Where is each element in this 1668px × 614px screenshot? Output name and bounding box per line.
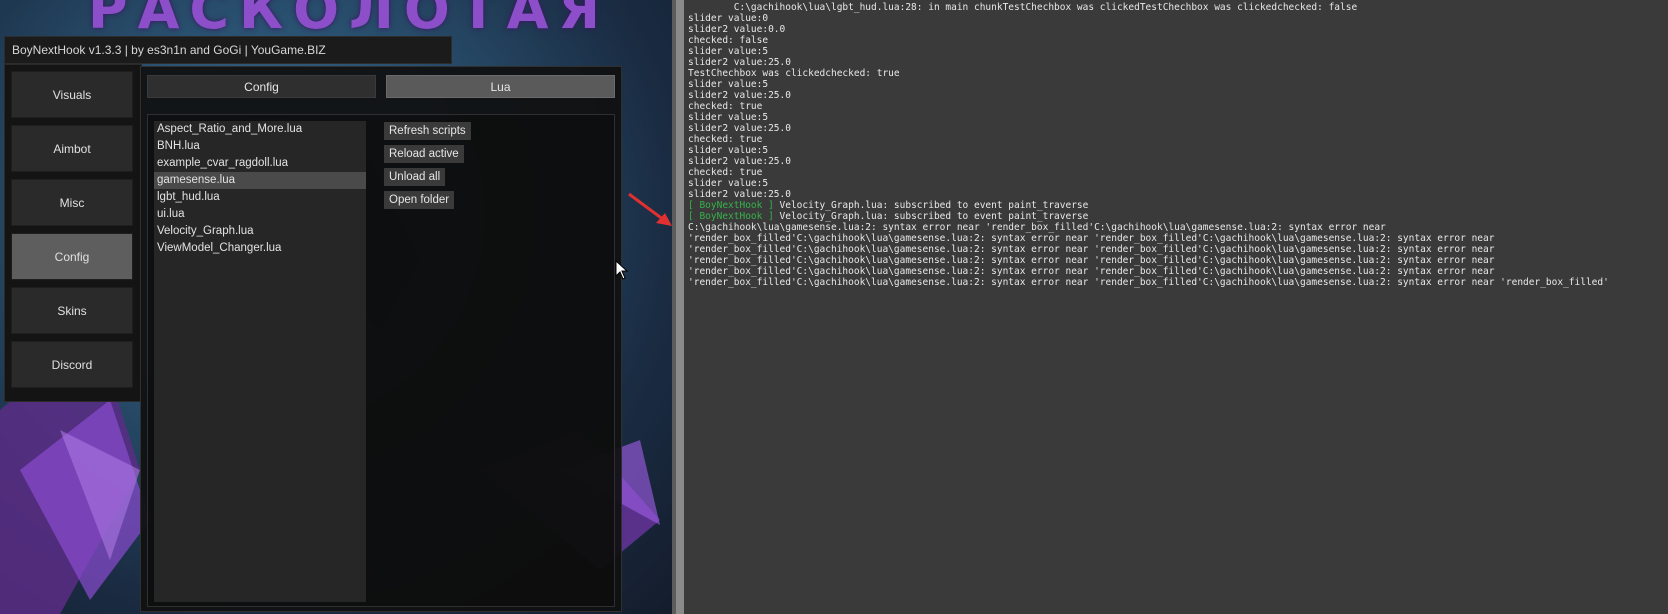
reload-active-button[interactable]: Reload active — [384, 145, 464, 163]
console-line: 'render_box_filled'C:\gachihook\lua\game… — [688, 255, 1494, 266]
refresh-scripts-button[interactable]: Refresh scripts — [384, 122, 471, 140]
console-line: [ BoyNextHook ] Velocity_Graph.lua: subs… — [688, 200, 1088, 211]
console-line-text: slider2 value:25.0 — [688, 57, 791, 68]
console-line-text: slider2 value:0.0 — [688, 24, 786, 35]
console-line-text: slider value:5 — [688, 112, 769, 123]
console-line-text: checked: true — [688, 101, 763, 112]
sidebar-item-config[interactable]: Config — [11, 233, 133, 280]
console-line: slider2 value:25.0 — [688, 90, 791, 101]
console-log[interactable]: C:\gachihook\lua\lgbt_hud.lua:28: in mai… — [684, 0, 1668, 614]
console-line-text: TestChechbox was clickedchecked: true — [688, 68, 900, 79]
open-folder-button[interactable]: Open folder — [384, 191, 455, 209]
script-item[interactable]: example_cvar_ragdoll.lua — [154, 155, 366, 172]
script-list[interactable]: Aspect_Ratio_and_More.lua BNH.lua exampl… — [154, 121, 366, 602]
console-line-text: slider2 value:25.0 — [688, 90, 791, 101]
console-line-text: C:\gachihook\lua\lgbt_hud.lua:28: in mai… — [688, 2, 1358, 13]
script-item[interactable]: BNH.lua — [154, 138, 366, 155]
menu-title-bar[interactable]: BoyNextHook v1.3.3 | by es3n1n and GoGi … — [4, 36, 452, 64]
sidebar-item-misc[interactable]: Misc — [11, 179, 133, 226]
lua-panel: Aspect_Ratio_and_More.lua BNH.lua exampl… — [147, 114, 615, 607]
console-line: 'render_box_filled'C:\gachihook\lua\game… — [688, 244, 1494, 255]
console-line: slider2 value:25.0 — [688, 57, 791, 68]
script-item[interactable]: ViewModel_Changer.lua — [154, 240, 366, 257]
console-line-text: slider value:5 — [688, 46, 769, 57]
script-item[interactable]: ui.lua — [154, 206, 366, 223]
console-line: slider value:5 — [688, 178, 768, 189]
sidebar-item-aimbot[interactable]: Aimbot — [11, 125, 133, 172]
console-line: slider2 value:25.0 — [688, 189, 791, 200]
console-line-text: slider value:0 — [688, 13, 769, 24]
script-item-selected[interactable]: gamesense.lua — [154, 172, 366, 189]
console-line-text: slider value:5 — [688, 178, 769, 189]
script-item[interactable]: lgbt_hud.lua — [154, 189, 366, 206]
console-line: TestChechbox was clickedchecked: true — [688, 68, 900, 79]
console-line-text: slider value:5 — [688, 145, 769, 156]
console-line-text: checked: true — [688, 167, 763, 178]
console-line: 'render_box_filled'C:\gachihook\lua\game… — [688, 233, 1494, 244]
console-line: checked: true — [688, 167, 762, 178]
console-line-text: Velocity_Graph.lua: subscribed to event … — [779, 200, 1089, 211]
console-line: slider value:0 — [688, 13, 768, 24]
console-line: slider2 value:0.0 — [688, 24, 785, 35]
console-line-prefix: [ BoyNextHook ] — [688, 211, 780, 222]
console-line: slider2 value:25.0 — [688, 156, 791, 167]
menu-content-panel: Config Lua Aspect_Ratio_and_More.lua BNH… — [140, 66, 622, 612]
console-line: checked: false — [688, 35, 768, 46]
console-line-text: 'render_box_filled'C:\gachihook\lua\game… — [688, 233, 1495, 244]
console-line: slider value:5 — [688, 46, 768, 57]
console-line-text: slider2 value:25.0 — [688, 123, 791, 134]
tab-config[interactable]: Config — [147, 75, 376, 98]
sidebar-item-visuals[interactable]: Visuals — [11, 71, 133, 118]
console-line-text: slider2 value:25.0 — [688, 189, 791, 200]
console-line: 'render_box_filled'C:\gachihook\lua\game… — [688, 277, 1609, 288]
console-line-text: 'render_box_filled'C:\gachihook\lua\game… — [688, 277, 1609, 288]
unload-all-button[interactable]: Unload all — [384, 168, 446, 186]
console-line-text: slider value:5 — [688, 79, 769, 90]
console-line-prefix: [ BoyNextHook ] — [688, 200, 780, 211]
console-line-text: 'render_box_filled'C:\gachihook\lua\game… — [688, 266, 1495, 277]
script-item[interactable]: Velocity_Graph.lua — [154, 223, 366, 240]
console-line: C:\gachihook\lua\gamesense.lua:2: syntax… — [688, 222, 1386, 233]
console-line-text: checked: true — [688, 134, 763, 145]
console-line-text: slider2 value:25.0 — [688, 156, 791, 167]
sidebar-item-discord[interactable]: Discord — [11, 341, 133, 388]
script-item[interactable]: Aspect_Ratio_and_More.lua — [154, 121, 366, 138]
console-line-text: checked: false — [688, 35, 769, 46]
console-scrollbar[interactable] — [676, 0, 684, 614]
menu-sidebar: Visuals Aimbot Misc Config Skins Discord — [4, 64, 142, 402]
console-line-text: C:\gachihook\lua\gamesense.lua:2: syntax… — [688, 222, 1386, 233]
console-line: slider value:5 — [688, 79, 768, 90]
tab-lua[interactable]: Lua — [386, 75, 615, 98]
console-line: 'render_box_filled'C:\gachihook\lua\game… — [688, 266, 1494, 277]
sidebar-item-skins[interactable]: Skins — [11, 287, 133, 334]
console-line: slider value:5 — [688, 112, 768, 123]
menu-title: BoyNextHook v1.3.3 | by es3n1n and GoGi … — [12, 43, 326, 57]
console-line: C:\gachihook\lua\lgbt_hud.lua:28: in mai… — [688, 2, 1357, 13]
console-line-text: 'render_box_filled'C:\gachihook\lua\game… — [688, 255, 1495, 266]
console-line: slider2 value:25.0 — [688, 123, 791, 134]
console-line-text: 'render_box_filled'C:\gachihook\lua\game… — [688, 244, 1495, 255]
console-line: slider value:5 — [688, 145, 768, 156]
console-line: checked: true — [688, 101, 762, 112]
console-line: checked: true — [688, 134, 762, 145]
console-line: [ BoyNextHook ] Velocity_Graph.lua: subs… — [688, 211, 1088, 222]
console-line-text: Velocity_Graph.lua: subscribed to event … — [779, 211, 1089, 222]
red-annotation-arrow-icon — [628, 192, 672, 226]
mouse-cursor-icon — [615, 260, 629, 280]
